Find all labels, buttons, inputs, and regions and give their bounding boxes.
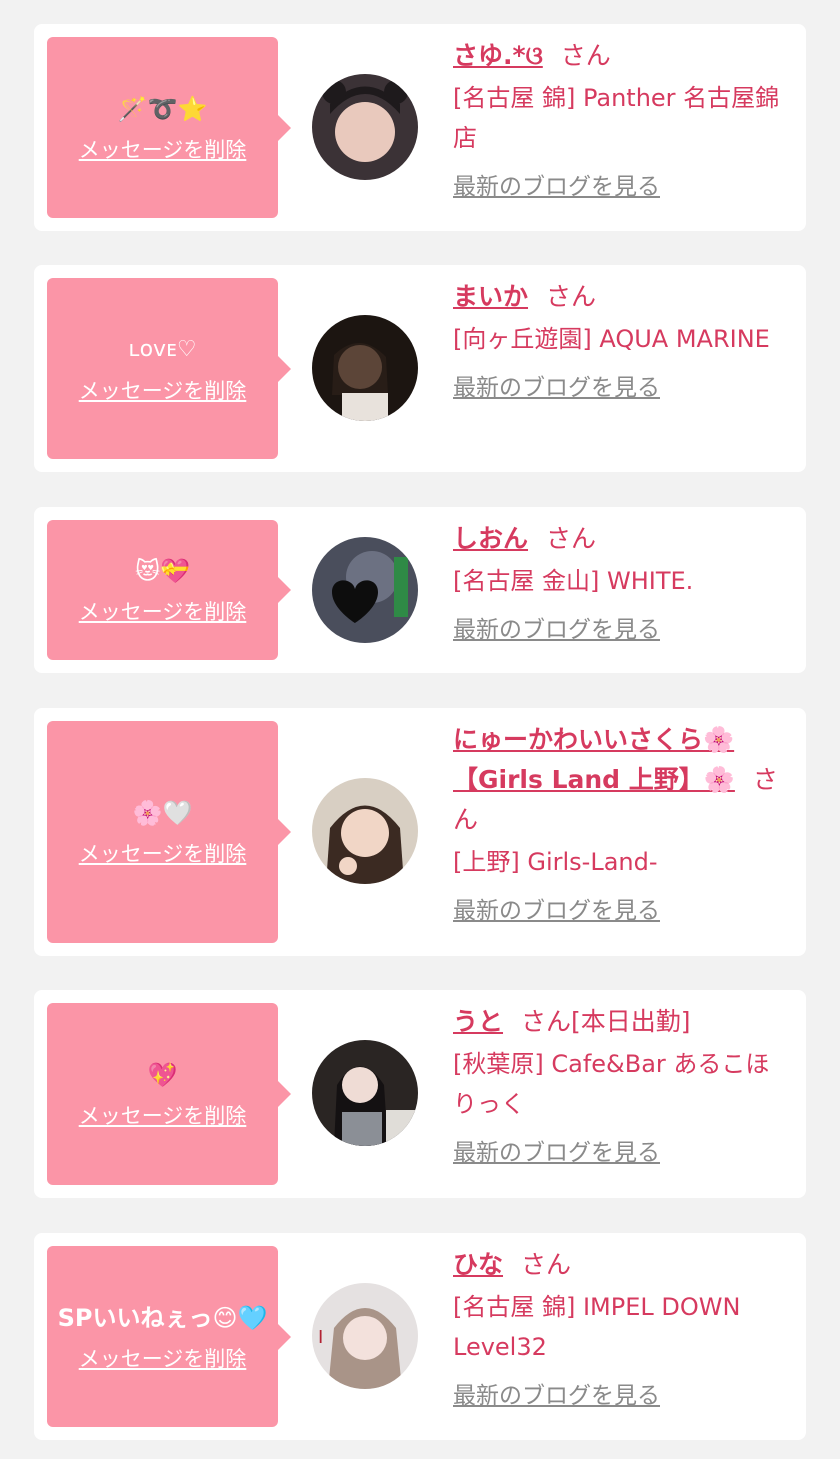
avatar[interactable] [312, 74, 418, 180]
avatar[interactable] [312, 315, 418, 421]
svg-text:I: I [318, 1327, 323, 1348]
shop-name: [名古屋 錦] Panther 名古屋錦店 [453, 84, 780, 152]
delete-message-link[interactable]: メッセージを削除 [79, 1345, 247, 1373]
shop-name: [秋葉原] Cafe&Bar あるこほりっく [453, 1050, 770, 1118]
message-bubble: 😻💝 メッセージを削除 [47, 520, 291, 660]
cast-name-link[interactable]: しおん [453, 524, 528, 553]
honorific: さん [560, 41, 611, 70]
delete-message-link[interactable]: メッセージを削除 [79, 840, 247, 868]
message-text: SPいいねぇっ😊🩵 [57, 1303, 268, 1332]
latest-blog-link[interactable]: 最新のブログを見る [453, 172, 660, 202]
message-card: SPいいねぇっ😊🩵 メッセージを削除 I ひな さん [名古屋 錦] IMPEL … [34, 1233, 806, 1440]
message-card: 😻💝 メッセージを削除 しおん さん [名古屋 金山] WHITE. 最新のブログ… [34, 507, 806, 673]
message-card: 💖 メッセージを削除 うと さん[本日出勤] [秋葉原] Cafe&Bar あるこ… [34, 990, 806, 1198]
honorific: さん [521, 1007, 572, 1036]
avatar[interactable] [312, 778, 418, 884]
shop-name: [名古屋 錦] IMPEL DOWN Level32 [453, 1293, 741, 1361]
cast-name-link[interactable]: さゆ.*ଓ [453, 41, 543, 70]
message-card: 🪄➰⭐️ メッセージを削除 さゆ.*ଓ さん [名古屋 錦] Panther 名古… [34, 24, 806, 231]
message-bubble: ʟᴏᴠᴇ♡ メッセージを削除 [47, 278, 291, 459]
latest-blog-link[interactable]: 最新のブログを見る [453, 615, 660, 645]
honorific: さん [546, 282, 597, 311]
latest-blog-link[interactable]: 最新のブログを見る [453, 373, 660, 403]
honorific: さん [521, 1250, 572, 1279]
avatar[interactable] [312, 1040, 418, 1146]
shop-name: [向ヶ丘遊園] AQUA MARINE [453, 325, 770, 353]
message-text: 🌸🤍 [132, 799, 193, 827]
delete-message-link[interactable]: メッセージを削除 [79, 136, 247, 164]
delete-message-link[interactable]: メッセージを削除 [79, 377, 247, 405]
cast-info: ひな さん [名古屋 錦] IMPEL DOWN Level32 最新のブログを見… [453, 1245, 793, 1411]
message-card: ʟᴏᴠᴇ♡ メッセージを削除 まいか さん [向ヶ丘遊園] AQUA MARINE… [34, 265, 806, 472]
cast-info: にゅーかわいいさくら🌸【Girls Land 上野】🌸 さん [上野] Girls… [453, 720, 793, 926]
shop-name: [名古屋 金山] WHITE. [453, 567, 694, 595]
message-text: 🪄➰⭐️ [117, 94, 208, 123]
message-text: 😻💝 [135, 557, 190, 585]
cast-name-link[interactable]: にゅーかわいいさくら🌸【Girls Land 上野】🌸 [453, 725, 735, 794]
message-card: 🌸🤍 メッセージを削除 にゅーかわいいさくら🌸【Girls Land 上野】🌸 さ… [34, 708, 806, 956]
message-text: ʟᴏᴠᴇ♡ [128, 336, 197, 362]
shop-name: [上野] Girls-Land- [453, 848, 658, 876]
avatar[interactable]: I [312, 1283, 418, 1389]
message-bubble: 🌸🤍 メッセージを削除 [47, 721, 291, 943]
message-bubble: 🪄➰⭐️ メッセージを削除 [47, 37, 291, 218]
latest-blog-link[interactable]: 最新のブログを見る [453, 1381, 660, 1411]
cast-name-link[interactable]: うと [453, 1007, 503, 1036]
cast-info: うと さん[本日出勤] [秋葉原] Cafe&Bar あるこほりっく 最新のブログ… [453, 1002, 793, 1168]
avatar[interactable] [312, 537, 418, 643]
cast-name-link[interactable]: ひな [453, 1250, 503, 1279]
message-bubble: SPいいねぇっ😊🩵 メッセージを削除 [47, 1246, 291, 1427]
cast-name-link[interactable]: まいか [453, 282, 528, 311]
cast-info: さゆ.*ଓ さん [名古屋 錦] Panther 名古屋錦店 最新のブログを見る [453, 36, 793, 202]
delete-message-link[interactable]: メッセージを削除 [79, 598, 247, 626]
delete-message-link[interactable]: メッセージを削除 [79, 1102, 247, 1130]
latest-blog-link[interactable]: 最新のブログを見る [453, 1138, 660, 1168]
cast-info: しおん さん [名古屋 金山] WHITE. 最新のブログを見る [453, 519, 793, 645]
latest-blog-link[interactable]: 最新のブログを見る [453, 896, 660, 926]
honorific: さん [546, 524, 597, 553]
message-bubble: 💖 メッセージを削除 [47, 1003, 291, 1185]
cast-info: まいか さん [向ヶ丘遊園] AQUA MARINE 最新のブログを見る [453, 277, 793, 403]
message-text: 💖 [147, 1061, 178, 1089]
status-label: [本日出勤] [571, 1007, 691, 1036]
